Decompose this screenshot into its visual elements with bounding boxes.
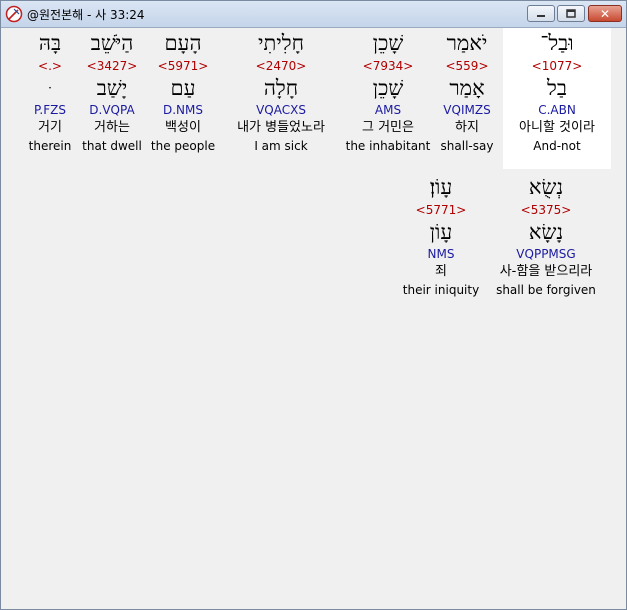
english-gloss: shall-say <box>440 139 494 153</box>
word-block-w7[interactable]: בָּהּ <.> ּ P.FZS 거기 therein <box>25 28 75 154</box>
minimize-button[interactable] <box>527 5 555 22</box>
lexical-form: שָׁכֵן <box>372 76 404 100</box>
maximize-button[interactable] <box>557 5 585 22</box>
morphology-code: D.VQPA <box>89 103 135 117</box>
strong-number[interactable]: <5771> <box>399 202 483 218</box>
lexical-form: ּ <box>25 74 75 102</box>
morphology-code: VQPPMSG <box>516 247 576 261</box>
close-button[interactable]: ✕ <box>588 5 622 22</box>
morphology-code: VQIMZS <box>443 103 491 117</box>
korean-gloss: 아니할 것이라 <box>519 120 595 135</box>
korean-gloss: 죄 <box>435 264 447 279</box>
close-icon: ✕ <box>599 6 611 21</box>
english-gloss: shall be forgiven <box>496 283 596 297</box>
english-gloss: therein <box>28 139 72 153</box>
lexical-form: נָשָׂא <box>528 220 564 244</box>
maximize-icon <box>566 4 576 23</box>
korean-gloss: 거하는 <box>94 120 130 135</box>
korean-gloss: 백성이 <box>165 120 201 135</box>
morphology-code: D.NMS <box>162 103 203 117</box>
hebrew-word: עָוֹן׃ <box>429 175 453 199</box>
hebrew-word: הָעָם <box>164 31 202 55</box>
strong-number[interactable]: <2470> <box>219 58 343 74</box>
strong-number[interactable]: <.> <box>25 58 75 74</box>
word-block-w2[interactable]: יֹאמַר <559> אָמַר VQIMZS 하지 shall-say <box>431 28 503 154</box>
strong-number[interactable]: <3427> <box>77 58 147 74</box>
lexical-form: אָמַר <box>449 76 485 100</box>
strong-number[interactable]: <1077> <box>503 58 611 74</box>
morphology-code: C.ABN <box>538 103 576 117</box>
english-gloss: the people <box>150 139 216 153</box>
english-gloss: I am sick <box>254 139 308 153</box>
hebrew-word: יֹאמַר <box>446 31 488 55</box>
hebrew-word: נְשֻׂא <box>528 175 564 199</box>
hebrew-word: בָּהּ <box>38 31 62 55</box>
strong-number[interactable]: <5971> <box>147 58 219 74</box>
strong-number[interactable]: <7934> <box>345 58 431 74</box>
minimize-icon <box>536 4 546 23</box>
word-block-w6[interactable]: הַיֹּשֵׁב <3427> יָשַׁב D.VQPA 거하는 that … <box>77 28 147 154</box>
korean-gloss: 그 거민은 <box>362 120 414 135</box>
word-block-w5[interactable]: הָעָם <5971> עַם D.NMS 백성이 the people <box>147 28 219 154</box>
compass-icon <box>5 5 23 23</box>
hebrew-word: הַיֹּשֵׁב <box>90 31 134 55</box>
hebrew-word: חָלִיתִי <box>257 31 305 55</box>
morphology-code: AMS <box>374 103 402 117</box>
strong-number[interactable]: <559> <box>431 58 503 74</box>
lexical-form: יָשַׁב <box>96 76 128 100</box>
word-block-w8[interactable]: נְשֻׂא <5375> נָשָׂא VQPPMSG 사-함을 받으리라 s… <box>485 172 607 298</box>
word-block-w3[interactable]: שָׁכֵן <7934> שָׁכֵן AMS 그 거민은 the inhab… <box>345 28 431 154</box>
word-block-w9[interactable]: עָוֹן׃ <5771> עָוֹן NMS 죄 their iniquity <box>399 172 483 298</box>
korean-gloss: 사-함을 받으리라 <box>499 264 593 279</box>
hebrew-word: שָׁכֵן <box>372 31 404 55</box>
title-bar[interactable]: @원전본해 - 사 33:24 ✕ <box>1 1 626 28</box>
korean-gloss: 하지 <box>455 120 479 135</box>
morphology-code: VQACXS <box>256 103 306 117</box>
morphology-code: P.FZS <box>34 103 66 117</box>
lexical-form: עַם <box>170 76 196 100</box>
word-block-w4[interactable]: חָלִיתִי <2470> חָלָה VQACXS 내가 병들었노라 I … <box>219 28 343 154</box>
english-gloss: their iniquity <box>402 283 480 297</box>
interlinear-panel: וּבַל־ <1077> בַל C.ABN 아니할 것이라 And-not … <box>1 28 626 609</box>
lexical-form: עָוֹן <box>429 220 453 244</box>
lexical-form: בַל <box>547 76 567 100</box>
window-title: @원전본해 - 사 33:24 <box>27 8 145 22</box>
morphology-code: NMS <box>427 247 455 261</box>
lexical-form: חָלָה <box>263 76 299 100</box>
hebrew-word: וּבַל־ <box>540 31 574 55</box>
english-gloss: the inhabitant <box>345 139 431 153</box>
app-window: @원전본해 - 사 33:24 ✕ וּבַל־ <1077> בַל C.AB… <box>0 0 627 610</box>
english-gloss: And-not <box>533 139 581 153</box>
english-gloss: that dwell <box>82 139 142 153</box>
korean-gloss: 거기 <box>38 120 62 135</box>
word-block-w1[interactable]: וּבַל־ <1077> בַל C.ABN 아니할 것이라 And-not <box>503 28 611 169</box>
strong-number[interactable]: <5375> <box>485 202 607 218</box>
korean-gloss: 내가 병들었노라 <box>237 120 325 135</box>
